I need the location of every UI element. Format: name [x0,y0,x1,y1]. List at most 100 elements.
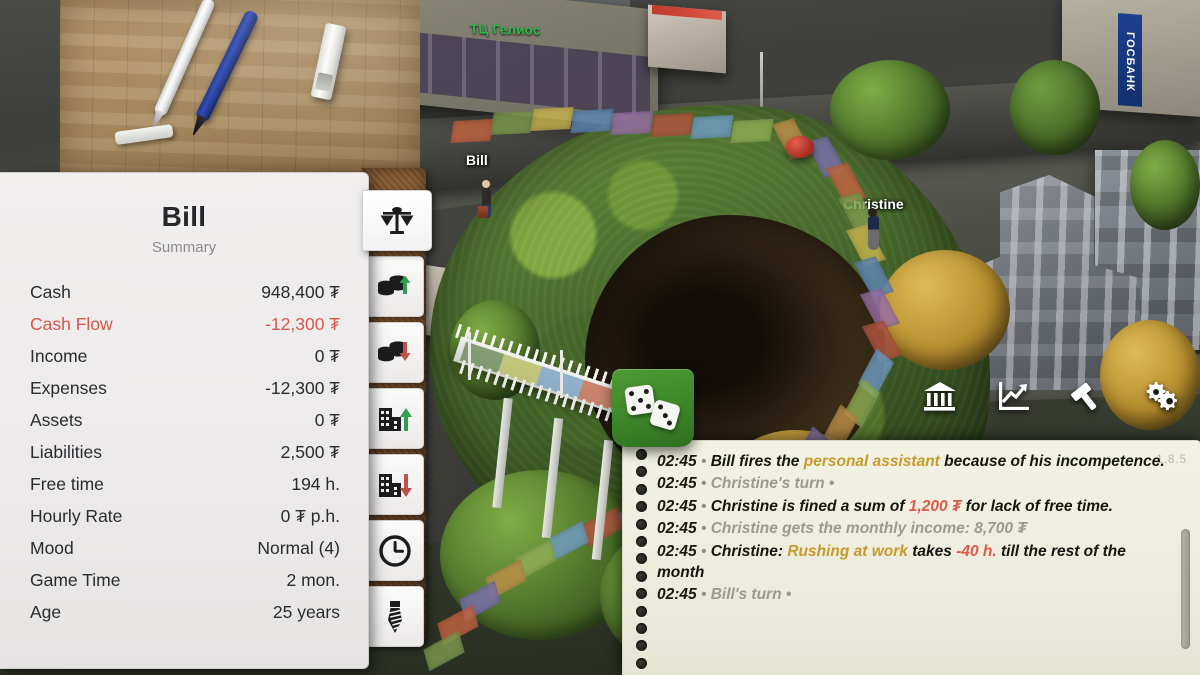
summary-row-label: Age [30,601,62,622]
log-text-normal: for lack of free time. [961,497,1113,515]
summary-row: Free time 194 h. [30,468,340,500]
die-icon [648,398,682,432]
roll-dice-button[interactable] [612,369,694,447]
log-timestamp: 02:45 [657,475,697,493]
summary-row: Hourly Rate 0 ₮ p.h. [30,500,340,532]
board-square[interactable] [490,110,534,136]
notebook-holes [631,449,653,669]
log-separator: • [696,475,711,493]
log-text-normal: Christine is fined a sum of [710,497,909,515]
building-up-arrow-icon [377,404,413,434]
game-screen: ТЦ Гелиос ГОСБАНК Bill Christine Bill Su… [0,0,1200,675]
notebook-hole [636,483,647,495]
summary-row-value: 0 ₮ [314,345,340,366]
summary-row-label: Income [30,345,88,366]
tab-liabilities[interactable] [366,454,424,515]
summary-row-value: 2,500 ₮ [280,441,340,462]
bank-icon[interactable] [922,377,958,415]
summary-row-value: 0 ₮ p.h. [280,505,340,526]
log-timestamp: 02:45 [657,453,697,470]
log-separator: • [696,586,711,604]
pencil [152,0,217,118]
board-square[interactable] [610,110,654,136]
summary-row: Mood Normal (4) [30,532,340,564]
log-entry: 02:45 • Christine gets the monthly incom… [657,518,1173,539]
pen [194,9,260,123]
tab-assets[interactable] [366,388,424,449]
summary-row-label: Expenses [30,377,107,398]
notebook-hole [636,501,647,513]
board-square[interactable] [450,118,494,144]
log-text-muted: Christine's turn • [710,475,835,493]
notebook-hole [636,570,647,582]
board-square[interactable] [570,108,614,134]
player-label-bill: Bill [466,152,488,168]
summary-row: Assets 0 ₮ [30,404,340,436]
tab-summary[interactable] [362,190,432,251]
log-entry: 02:45 • Bill's turn • [657,584,1173,605]
tab-job[interactable] [366,586,424,647]
log-text-normal: Bill fires the [710,453,804,470]
bridge-lamp [468,332,471,380]
log-timestamp: 02:45 [657,542,697,560]
log-text-muted: Christine gets the monthly income: 8,700… [710,520,1027,538]
log-entry: 02:45 • Christine: Rushing at work takes… [657,541,1173,584]
notebook-hole [636,623,647,635]
log-text-normal: because of his incompetence. [939,453,1165,470]
board-square[interactable] [530,106,574,132]
notebook-hole [636,588,647,600]
log-text-muted: Bill's turn • [710,586,792,604]
coins-up-arrow-icon [377,272,413,302]
gears-icon[interactable] [1144,377,1180,415]
summary-row-value: 948,400 ₮ [261,281,340,302]
summary-row-label: Game Time [30,569,121,590]
summary-row-label: Assets [30,409,83,430]
log-entry: 02:45 • Christine's turn • [657,473,1173,494]
building-down-arrow-icon [377,470,413,500]
log-separator: • [696,497,711,515]
notebook-hole [636,640,647,652]
summary-row-label: Liabilities [30,441,102,462]
log-text-normal: takes [907,542,957,560]
tab-income[interactable] [366,256,424,317]
tab-expenses[interactable] [366,322,424,383]
log-text-gold: Rushing at work [787,542,908,560]
summary-row-value: 2 mon. [286,569,341,590]
tree [1010,60,1100,155]
log-scrollbar-thumb[interactable] [1181,529,1190,649]
necktie-icon [382,600,408,634]
trend-chart-icon[interactable] [996,377,1032,415]
summary-row-label: Cash [30,281,71,302]
scene-toolbar [922,372,1180,420]
notebook-hole [636,518,647,530]
log-separator: • [696,542,711,560]
board-square[interactable] [650,112,694,138]
notebook-hole [636,536,647,548]
page-title: Bill [161,201,207,232]
event-log-panel: 1.8.5 02:45 • Bill fires the personal as… [622,440,1200,675]
log-entry: 02:45 • Christine is fined a sum of 1,20… [657,496,1173,517]
summary-rows: Cash 948,400 ₮ Cash Flow -12,300 ₮ Income 0 ₮… [30,276,340,628]
notebook-hole [636,466,647,478]
summary-row: Cash Flow -12,300 ₮ [30,308,340,340]
board-square[interactable] [730,118,774,144]
summary-row: Cash 948,400 ₮ [30,276,340,308]
notebook-hole [636,553,647,565]
summary-row-label: Cash Flow [30,313,113,334]
board-square[interactable] [690,114,734,140]
luggage-icon [478,206,488,218]
clock-icon [378,534,412,568]
notebook-hole [636,657,647,669]
log-separator: • [696,520,711,538]
summary-row-value: 25 years [272,601,340,622]
summary-row-value: -12,300 ₮ [265,377,340,398]
summary-row: Game Time 2 mon. [30,564,340,596]
summary-row-value: 194 h. [291,473,340,494]
tab-time[interactable] [366,520,424,581]
hammer-icon[interactable] [1070,377,1106,415]
notebook-hole [636,605,647,617]
log-text-red: -40 h. [956,542,997,560]
log-scrollbar[interactable] [1181,529,1191,664]
log-timestamp: 02:45 [657,586,697,604]
log-timestamp: 02:45 [657,497,697,515]
